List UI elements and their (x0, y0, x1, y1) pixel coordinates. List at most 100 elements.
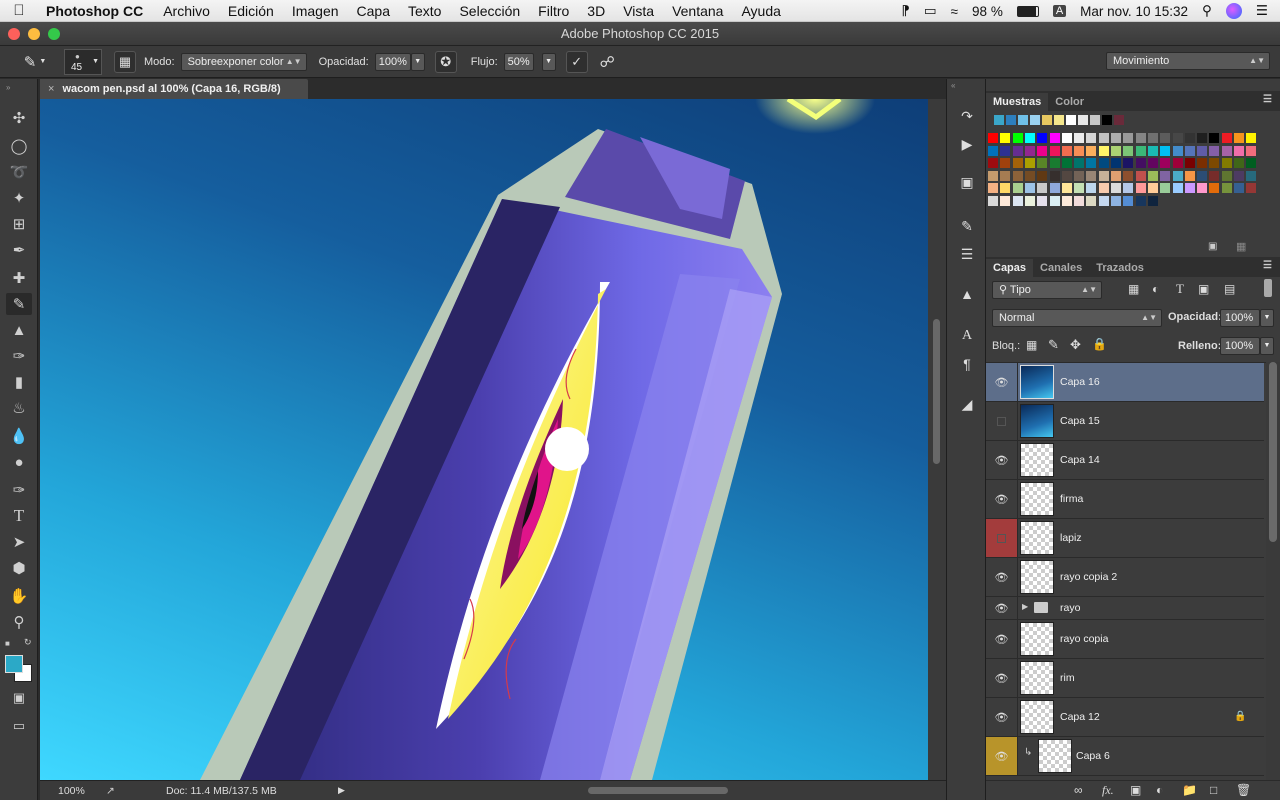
swatch[interactable] (1147, 183, 1158, 193)
swatch[interactable] (1086, 170, 1097, 181)
swatch[interactable] (1024, 158, 1035, 168)
layer-opacity-input[interactable]: 100% (1220, 309, 1260, 327)
swatch[interactable] (1111, 170, 1121, 181)
crop-tool-icon[interactable]: ⊞ (6, 213, 32, 235)
layer-visibility-eye-icon[interactable]: 👁 (986, 597, 1018, 619)
swatch[interactable] (1061, 145, 1072, 156)
layer-row[interactable]: 👁 Capa 14 (986, 441, 1264, 480)
close-document-icon[interactable]: × (48, 83, 54, 95)
tab-muestras[interactable]: Muestras (986, 93, 1049, 111)
swatch[interactable] (1172, 133, 1183, 143)
swatch[interactable] (988, 133, 998, 143)
layer-name[interactable]: firma (1060, 493, 1083, 505)
swatch[interactable] (988, 195, 998, 206)
swatch[interactable] (1012, 158, 1023, 168)
swatch[interactable] (1098, 183, 1109, 193)
fill-slider-toggle[interactable]: ▼ (1260, 337, 1274, 355)
close-window-button[interactable] (8, 28, 20, 40)
zoom-window-button[interactable] (48, 28, 60, 40)
swatch[interactable] (1012, 170, 1023, 181)
swatch[interactable] (1074, 145, 1085, 156)
menu-ventana[interactable]: Ventana (663, 3, 732, 19)
input-source-icon[interactable]: A (1052, 5, 1067, 17)
clone-stamp-tool-icon[interactable]: ▲ (6, 319, 32, 341)
swatch[interactable] (994, 115, 1004, 125)
lasso-tool-icon[interactable]: ➰ (6, 161, 32, 183)
swatch[interactable] (1098, 170, 1109, 181)
status-menu-arrow-icon[interactable]: ▶ (338, 785, 345, 796)
brush-panel-toggle-icon[interactable]: ▦ (114, 50, 136, 73)
swatch[interactable] (1054, 115, 1064, 125)
document-tab[interactable]: × wacom pen.psd al 100% (Capa 16, RGB/8) (40, 79, 308, 99)
swatch[interactable] (1234, 133, 1244, 143)
swatch[interactable] (1184, 170, 1195, 181)
swatch[interactable] (1061, 170, 1072, 181)
swatch[interactable] (1111, 145, 1121, 156)
swatch[interactable] (1221, 183, 1232, 193)
layer-name[interactable]: lapiz (1060, 532, 1082, 544)
layer-visibility-eye-icon[interactable]: 👁 (986, 558, 1018, 596)
apple-menu-icon[interactable]:  (0, 2, 38, 19)
layer-visibility-eye-icon[interactable]: 👁 (986, 659, 1018, 697)
swatch[interactable] (1049, 183, 1060, 193)
layer-name[interactable]: rayo copia 2 (1060, 571, 1117, 583)
link-layers-icon[interactable]: ∞ (1074, 783, 1083, 797)
dock-grip[interactable]: « (951, 81, 955, 90)
swatch[interactable] (1172, 170, 1183, 181)
swatch[interactable] (1049, 158, 1060, 168)
swatch[interactable] (1197, 145, 1208, 156)
path-selection-tool-icon[interactable]: ➤ (6, 531, 32, 553)
swatch[interactable] (1147, 145, 1158, 156)
swatches-grid[interactable] (986, 111, 1280, 241)
swatch[interactable] (1000, 195, 1011, 206)
layer-row[interactable]: 👁 Capa 12 🔒 (986, 698, 1264, 737)
menu-ayuda[interactable]: Ayuda (732, 3, 789, 19)
lock-image-pixels-icon[interactable]: ✎ (1048, 337, 1059, 353)
info-panel-icon[interactable]: ▣ (955, 171, 979, 193)
swatch[interactable] (1147, 195, 1158, 206)
swatch[interactable] (988, 158, 998, 168)
swatch[interactable] (1000, 170, 1011, 181)
swatch[interactable] (1061, 183, 1072, 193)
new-layer-icon[interactable]: □ (1210, 783, 1217, 797)
layer-filter-select[interactable]: ⚲ Tipo ▲▼ (992, 281, 1102, 299)
swatch[interactable] (1123, 170, 1134, 181)
eraser-tool-icon[interactable]: ▮ (6, 371, 32, 393)
swatch[interactable] (1135, 195, 1146, 206)
blur-tool-icon[interactable]: 💧 (6, 425, 32, 447)
brush-size-picker[interactable]: ● 45 ▼ (64, 48, 102, 75)
layer-name[interactable]: rayo copia (1060, 633, 1108, 645)
swatch[interactable] (1197, 170, 1208, 181)
swatch[interactable] (1024, 133, 1035, 143)
swatch[interactable] (1037, 145, 1048, 156)
swatch[interactable] (1078, 115, 1088, 125)
layer-name[interactable]: rim (1060, 672, 1075, 684)
layer-thumbnail[interactable] (1020, 521, 1054, 555)
swatch[interactable] (1074, 183, 1085, 193)
adjustments-panel-icon[interactable]: ☰ (955, 243, 979, 265)
swatch[interactable] (1024, 145, 1035, 156)
swatch[interactable] (1234, 183, 1244, 193)
swatch[interactable] (1160, 145, 1171, 156)
menu-vista[interactable]: Vista (614, 3, 663, 19)
swatch[interactable] (1114, 115, 1124, 125)
menu-capa[interactable]: Capa (348, 3, 399, 19)
swatch[interactable] (1123, 195, 1134, 206)
layer-row[interactable]: lapiz (986, 519, 1264, 558)
swatch[interactable] (1111, 158, 1121, 168)
opacity-input[interactable]: 100% (374, 52, 411, 71)
layer-thumbnail[interactable] (1038, 739, 1072, 773)
layer-visibility-eye-icon[interactable]: 👁 (986, 620, 1018, 658)
hand-tool-icon[interactable]: ✋ (6, 585, 32, 607)
pressure-size-icon[interactable]: ☍ (600, 53, 615, 71)
swatch[interactable] (1246, 183, 1257, 193)
airbrush-icon[interactable]: ✓ (565, 50, 588, 73)
layer-thumbnail[interactable] (1020, 404, 1054, 438)
swatch[interactable] (1000, 158, 1011, 168)
swatch[interactable] (1147, 133, 1158, 143)
swatch[interactable] (1037, 158, 1048, 168)
swatch[interactable] (1221, 170, 1232, 181)
swatch[interactable] (1246, 133, 1257, 143)
lock-position-icon[interactable]: ✥ (1070, 337, 1081, 353)
bluetooth-icon[interactable]: ⁋ (901, 3, 910, 19)
